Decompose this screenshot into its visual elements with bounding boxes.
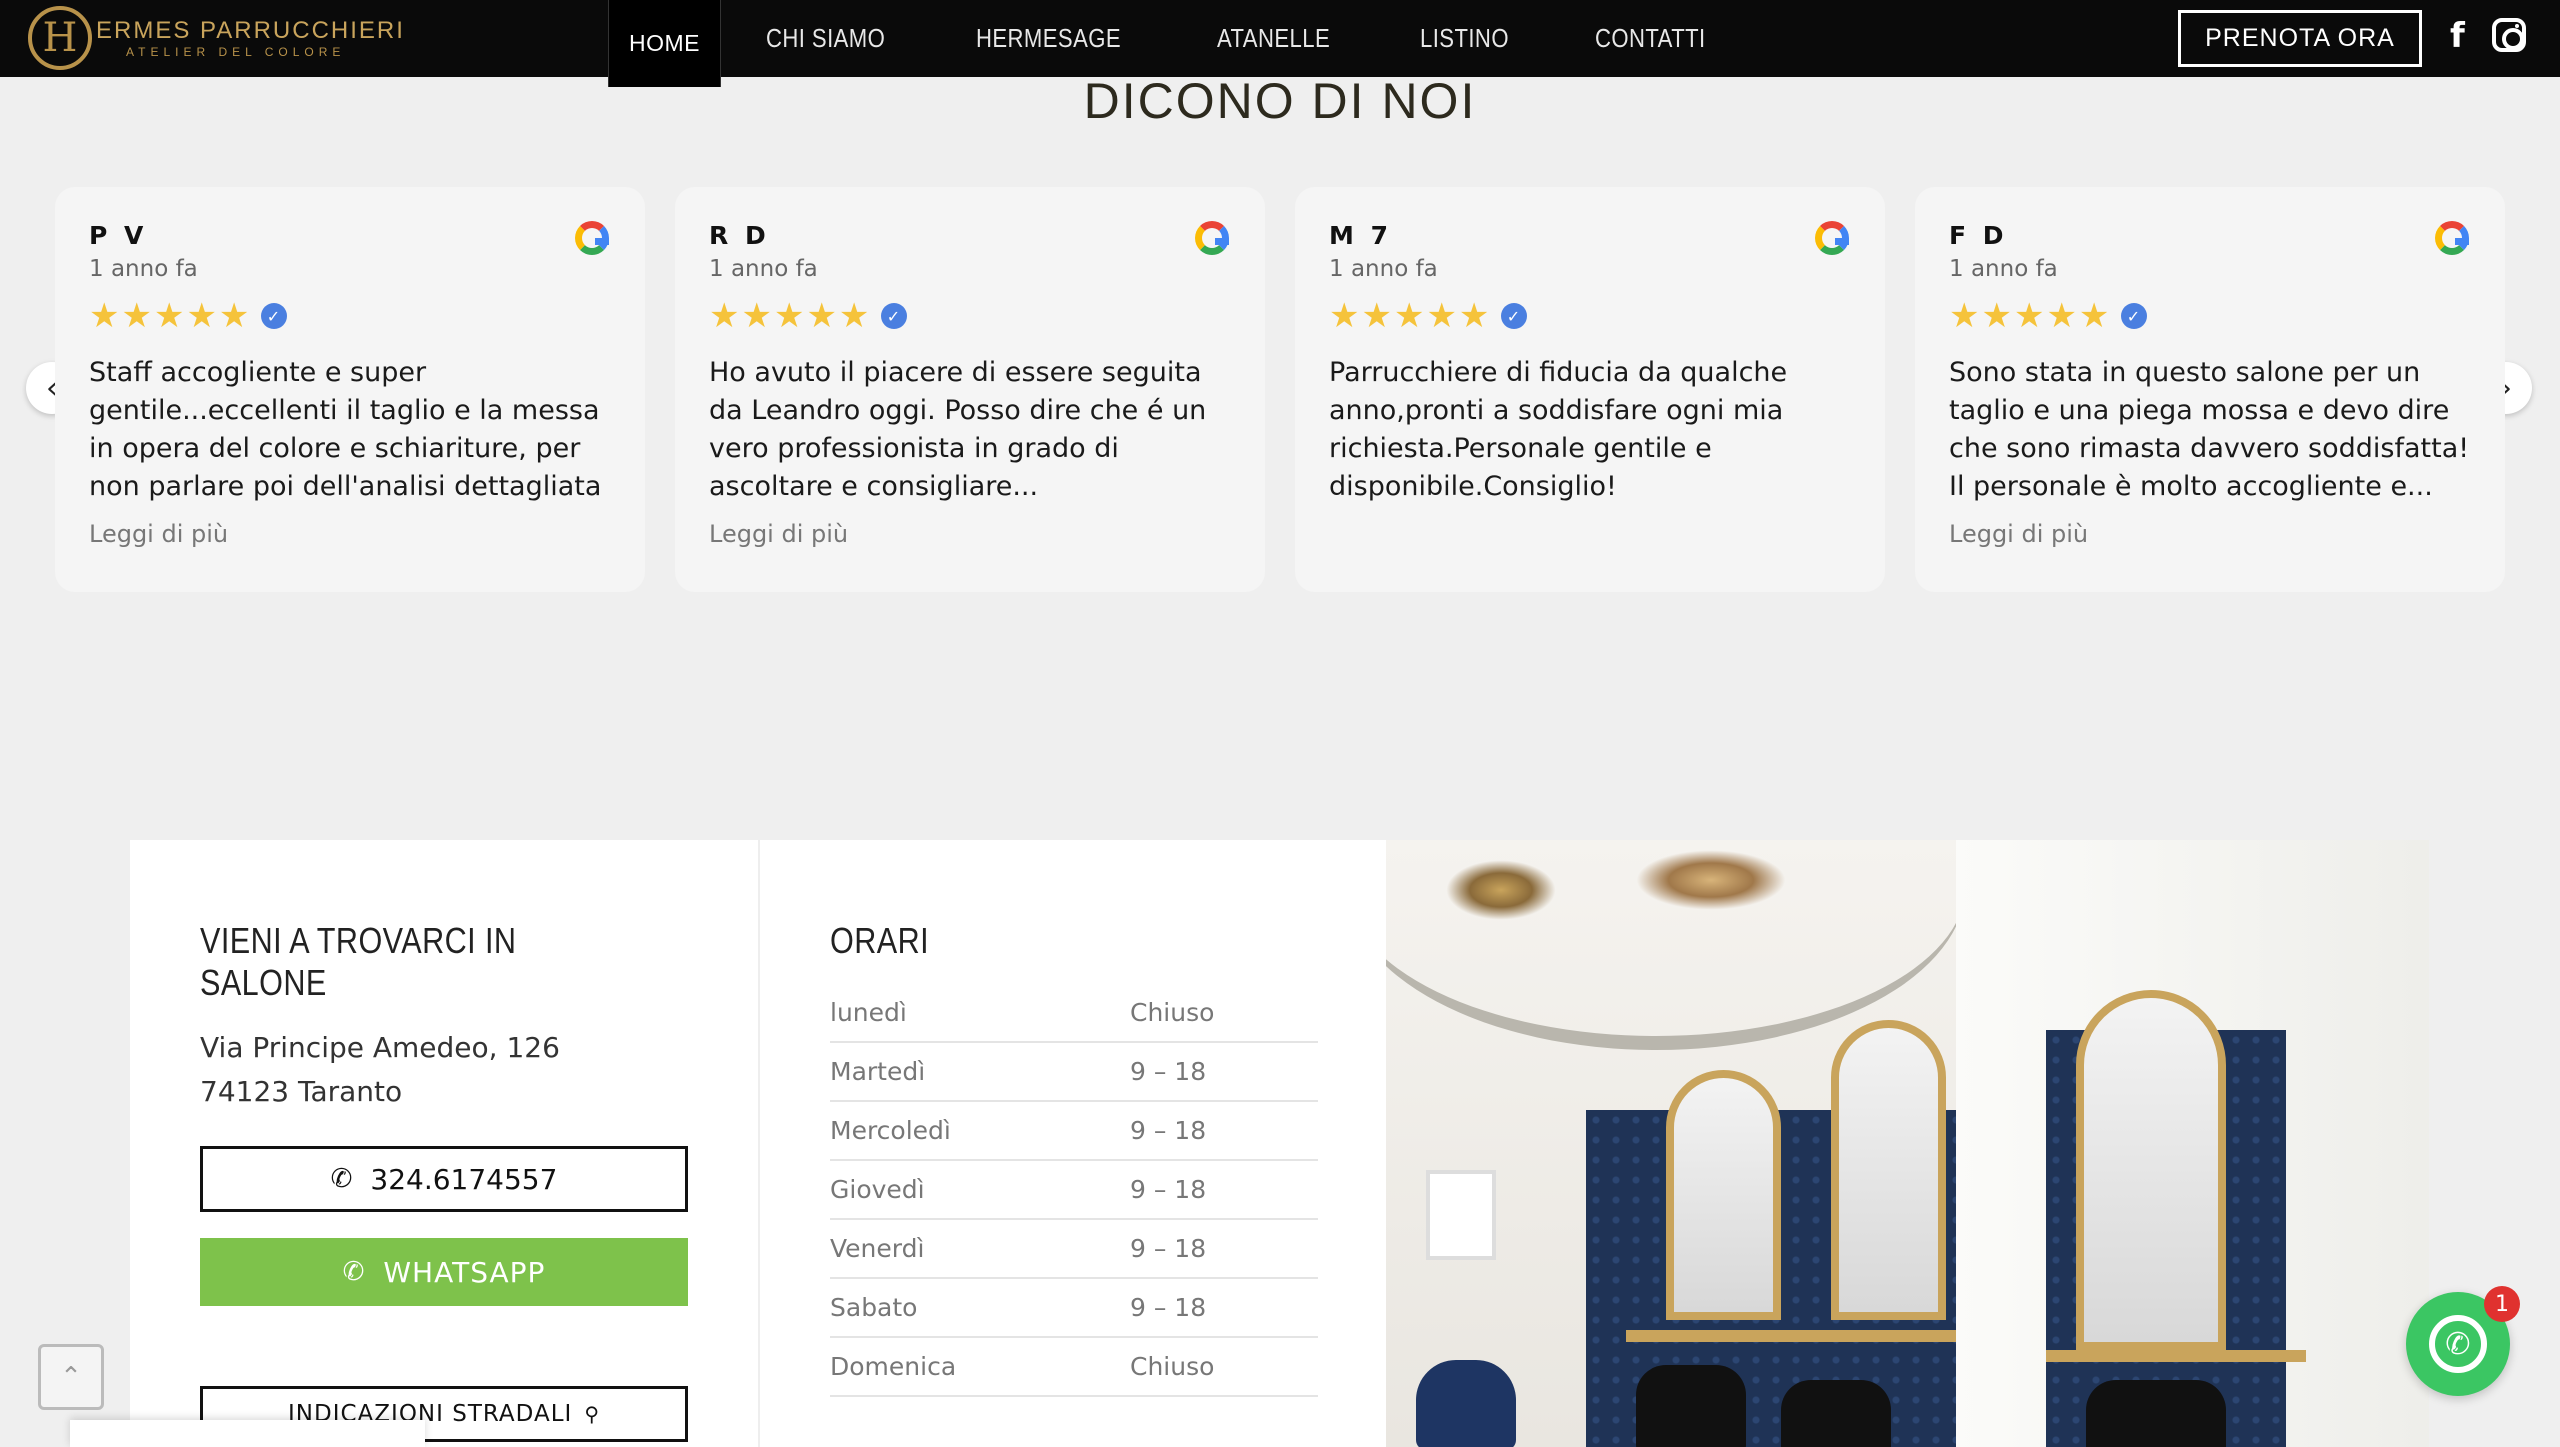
hours-row: Venerdì 9 – 18 — [830, 1220, 1318, 1279]
hours-day: Martedì — [830, 1057, 926, 1086]
address: Via Principe Amedeo, 126 74123 Taranto — [200, 1026, 688, 1114]
review-time: 1 anno fa — [1949, 256, 2058, 282]
star-rating-icon: ★★★★★ — [89, 296, 252, 336]
google-icon — [1815, 221, 1849, 255]
star-rating-icon: ★★★★★ — [1949, 296, 2112, 336]
address-city: 74123 Taranto — [200, 1075, 403, 1108]
hours-time: Chiuso — [1130, 1352, 1215, 1381]
phone-label: 324.6174557 — [370, 1162, 558, 1196]
verified-icon: ✓ — [261, 303, 288, 329]
scroll-to-top-button[interactable]: ⌃ — [38, 1344, 104, 1410]
facebook-icon[interactable]: f — [2450, 16, 2465, 56]
review-card: R D 1 anno fa ★★★★★ ✓ Ho avuto il piacere… — [675, 187, 1265, 592]
hours-row: Mercoledì 9 – 18 — [830, 1102, 1318, 1161]
phone-icon: ✆ — [342, 1257, 366, 1287]
review-time: 1 anno fa — [709, 256, 818, 282]
whatsapp-icon: ✆ — [2429, 1315, 2487, 1373]
contact-title: VIENI A TROVARCI IN SALONE — [200, 920, 517, 1003]
review-text: Parrucchiere di fiducia da qualche anno,… — [1329, 357, 1788, 502]
review-card: M 7 1 anno fa ★★★★★ ✓ Parrucchiere di fid… — [1295, 187, 1885, 592]
address-street: Via Principe Amedeo, 126 — [200, 1031, 560, 1064]
instagram-icon[interactable] — [2492, 18, 2526, 52]
read-more-link[interactable]: Leggi di più — [89, 520, 611, 548]
notification-badge: 1 — [2484, 1286, 2520, 1322]
whatsapp-label: WHATSAPP — [383, 1255, 546, 1289]
whatsapp-button[interactable]: ✆ WHATSAPP — [200, 1238, 688, 1306]
hours-row: lunedì Chiuso — [830, 984, 1318, 1043]
logo[interactable]: H ERMES PARRUCCHIERI ATELIER DEL COLORE — [28, 6, 405, 70]
review-author: M 7 — [1329, 221, 1392, 250]
review-card: P V 1 anno fa ★★★★★ ✓ Staff accogliente e… — [55, 187, 645, 592]
star-rating-icon: ★★★★★ — [709, 296, 872, 336]
nav-contatti[interactable]: CONTATTI — [1578, 0, 1723, 77]
hours-time: Chiuso — [1130, 998, 1215, 1027]
nav-atanelle[interactable]: ATANELLE — [1200, 0, 1347, 77]
verified-icon: ✓ — [881, 303, 908, 329]
hours-table: lunedì Chiuso Martedì 9 – 18 Mercoledì 9 – … — [830, 984, 1318, 1397]
verified-icon: ✓ — [2121, 303, 2148, 329]
hours-row: Sabato 9 – 18 — [830, 1279, 1318, 1338]
google-icon — [575, 221, 609, 255]
reviews-title: DICONO DI NOI — [1083, 73, 1477, 129]
hours-title: ORARI — [830, 920, 930, 961]
book-now-button[interactable]: PRENOTA ORA — [2178, 10, 2422, 67]
hours-day: Sabato — [830, 1293, 918, 1322]
hours-day: Domenica — [830, 1352, 957, 1381]
salon-photo — [1386, 840, 2429, 1447]
review-text: Sono stata in questo salone per un tagli… — [1949, 357, 2470, 502]
reviews-carousel: P V 1 anno fa ★★★★★ ✓ Staff accogliente e… — [55, 187, 2505, 592]
hours-time: 9 – 18 — [1130, 1175, 1207, 1204]
logo-name: ERMES PARRUCCHIERI — [96, 17, 405, 44]
verified-icon: ✓ — [1501, 303, 1528, 329]
review-author: F D — [1949, 221, 2008, 250]
logo-subtitle: ATELIER DEL COLORE — [126, 45, 346, 59]
review-time: 1 anno fa — [89, 256, 198, 282]
review-card: F D 1 anno fa ★★★★★ ✓ Sono stata in quest… — [1915, 187, 2505, 592]
nav-listino[interactable]: LISTINO — [1403, 0, 1526, 77]
hours-time: 9 – 18 — [1130, 1293, 1207, 1322]
hours-time: 9 – 18 — [1130, 1116, 1207, 1145]
google-icon — [1195, 221, 1229, 255]
review-author: P V — [89, 221, 148, 250]
contact-block: VIENI A TROVARCI IN SALONE Via Principe … — [130, 840, 758, 1447]
chevron-up-icon: ⌃ — [60, 1362, 82, 1392]
nav-chi-siamo[interactable]: CHI SIAMO — [749, 0, 902, 77]
hours-row: Domenica Chiuso — [830, 1338, 1318, 1397]
hours-block: ORARI lunedì Chiuso Martedì 9 – 18 Mercole… — [758, 840, 1386, 1447]
hours-time: 9 – 18 — [1130, 1234, 1207, 1263]
logo-mark-icon: H — [28, 6, 92, 70]
read-more-link[interactable]: Leggi di più — [709, 520, 1231, 548]
hours-time: 9 – 18 — [1130, 1057, 1207, 1086]
phone-button[interactable]: ✆ 324.6174557 — [200, 1146, 688, 1212]
review-text: Staff accogliente e super gentile...ecce… — [89, 357, 602, 502]
read-more-link[interactable]: Leggi di più — [1949, 520, 2471, 548]
review-text: Ho avuto il piacere di essere seguita da… — [709, 357, 1207, 502]
hours-day: Venerdì — [830, 1234, 925, 1263]
phone-icon: ✆ — [330, 1164, 353, 1194]
site-header: H ERMES PARRUCCHIERI ATELIER DEL COLORE … — [0, 0, 2560, 87]
map-pin-icon: ⚲ — [584, 1402, 600, 1426]
hours-row: Martedì 9 – 18 — [830, 1043, 1318, 1102]
hours-day: Mercoledì — [830, 1116, 951, 1145]
hours-row: Giovedì 9 – 18 — [830, 1161, 1318, 1220]
cookie-bar — [70, 1420, 425, 1447]
review-author: R D — [709, 221, 770, 250]
star-rating-icon: ★★★★★ — [1329, 296, 1492, 336]
review-time: 1 anno fa — [1329, 256, 1438, 282]
nav-hermesage[interactable]: HERMESAGE — [959, 0, 1138, 77]
hours-day: Giovedì — [830, 1175, 925, 1204]
google-icon — [2435, 221, 2469, 255]
hours-day: lunedì — [830, 998, 907, 1027]
